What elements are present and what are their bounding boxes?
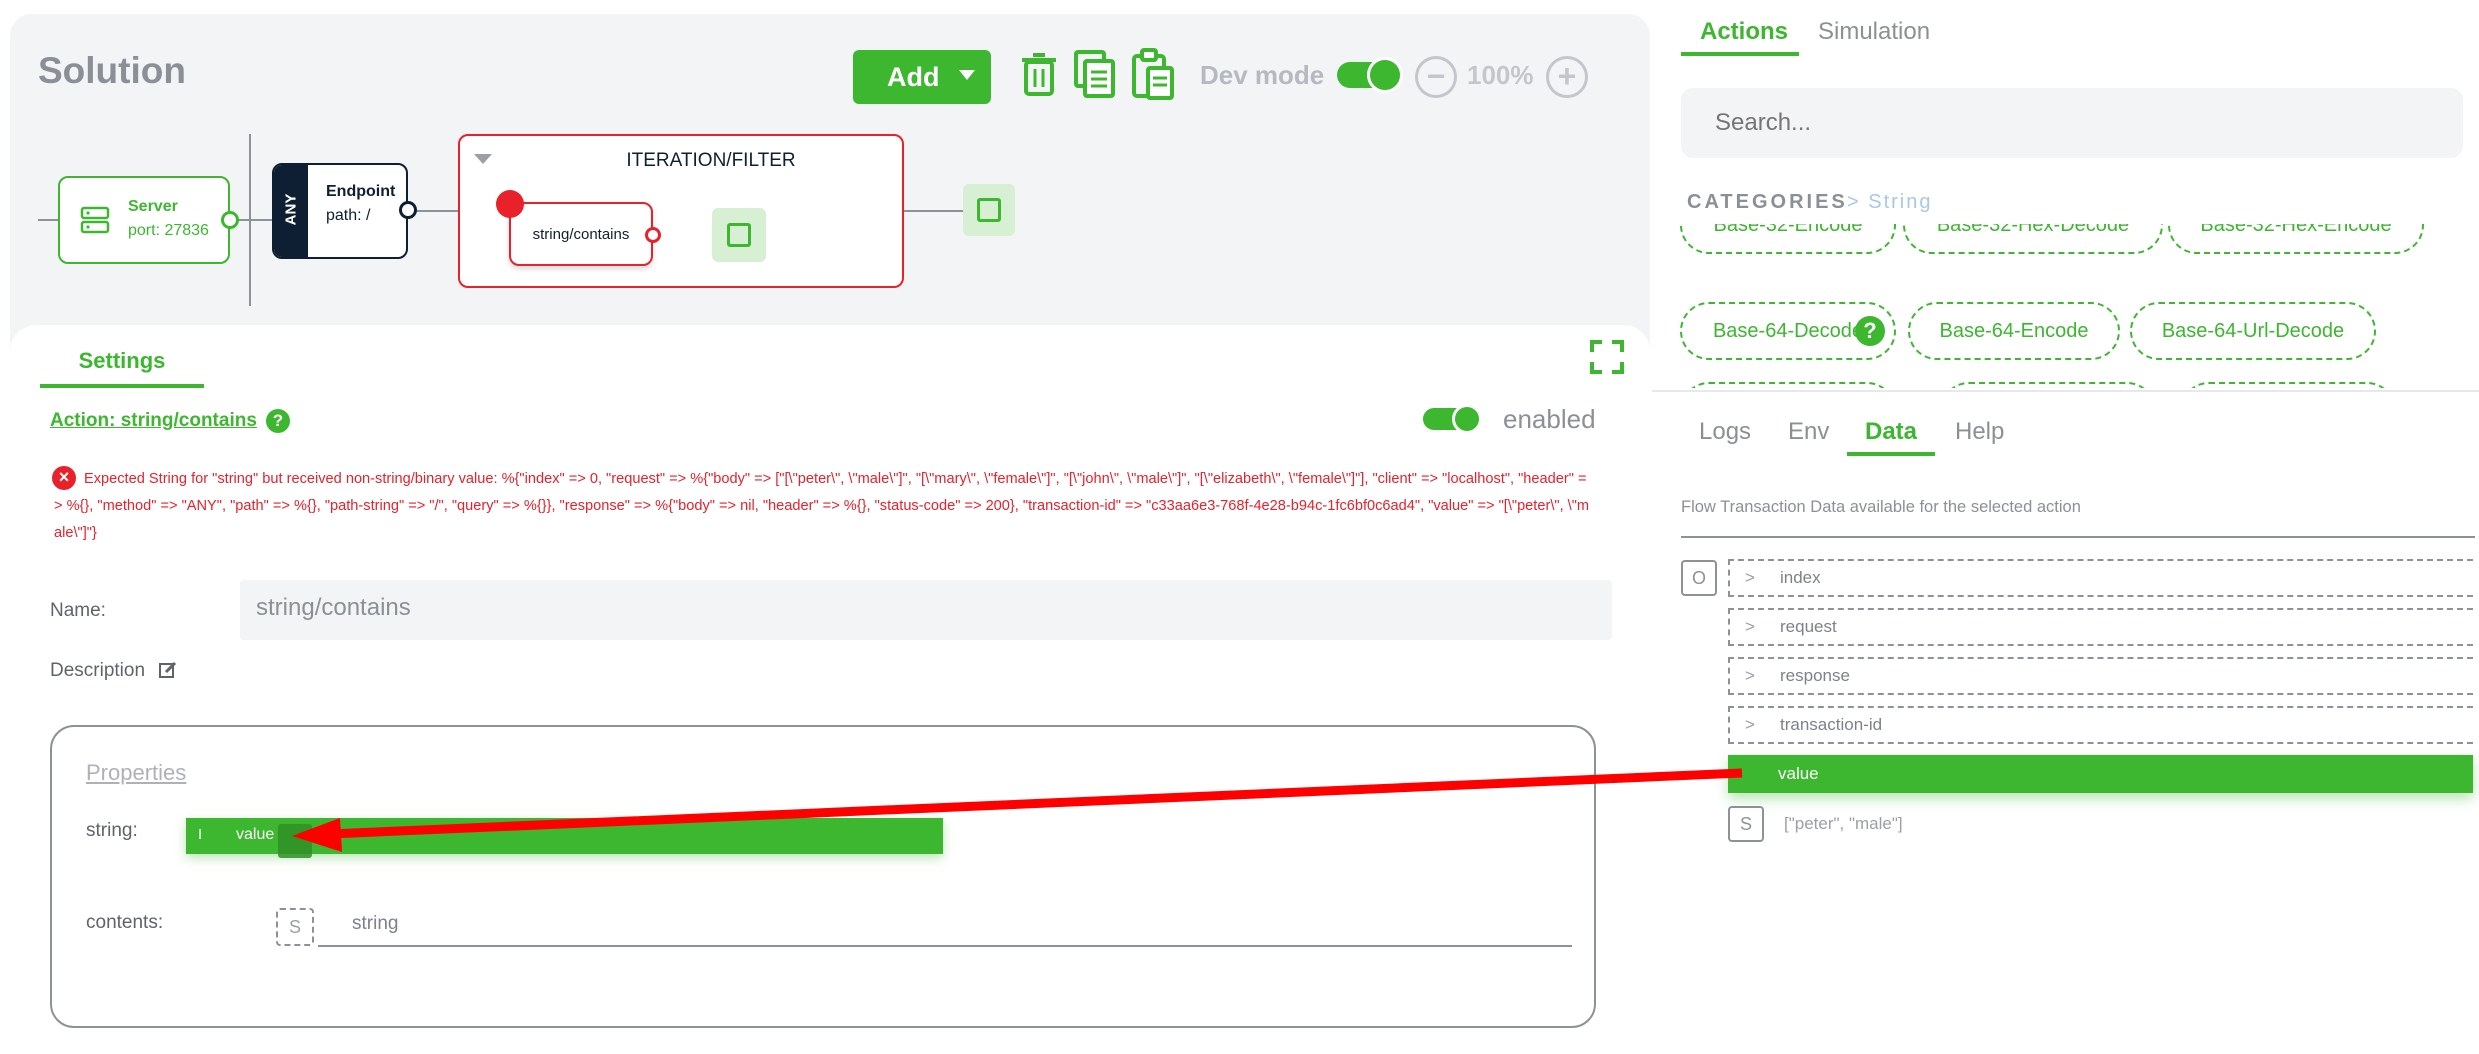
tab-data[interactable]: Data (1865, 418, 1917, 446)
string-type-badge-right: S (1728, 806, 1764, 842)
tab-data-underline (1847, 452, 1935, 456)
tree-row-label: request (1780, 617, 1837, 636)
chip-base-32-hex-decode[interactable]: Base-32-Hex-Decode (1903, 224, 2163, 254)
data-caption: Flow Transaction Data available for the … (1681, 498, 2081, 516)
tree-row-response[interactable]: > response (1728, 657, 2473, 695)
action-output-port[interactable] (645, 227, 661, 243)
endpoint-path: path: / (326, 207, 371, 224)
dev-mode-label: Dev mode (1200, 60, 1325, 90)
tab-logs[interactable]: Logs (1699, 418, 1751, 446)
chip-base-64-url-decode[interactable]: Base-64-Url-Decode (2130, 302, 2376, 360)
chip-base-32-hex-encode[interactable]: Base-32-Hex-Encode (2168, 224, 2424, 254)
zoom-level: 100% (1467, 60, 1534, 90)
help-icon[interactable]: ? (266, 409, 290, 433)
tab-simulation[interactable]: Simulation (1818, 18, 1930, 46)
enabled-label: enabled (1503, 404, 1596, 434)
chips-viewport: Base-32-Encode Base-32-Hex-Decode Base-3… (1660, 224, 2479, 388)
string-contains-node[interactable]: string/contains (509, 202, 661, 266)
add-button[interactable]: Add (853, 50, 991, 104)
chevron-right-icon: > (1745, 568, 1755, 587)
server-output-port[interactable] (221, 211, 239, 229)
chip-partial[interactable] (1680, 382, 1896, 388)
tab-actions-underline (1681, 52, 1799, 56)
tree-row-index[interactable]: > index (1728, 559, 2473, 597)
tab-env[interactable]: Env (1788, 418, 1829, 446)
page-title: Solution (38, 50, 186, 91)
string-value: value (236, 826, 275, 843)
endpoint-node[interactable]: ANY Endpoint path: / (272, 163, 417, 259)
chip-partial[interactable] (2180, 382, 2396, 388)
tree-row-label: index (1780, 568, 1821, 587)
zoom-in-icon[interactable]: + (1546, 56, 1588, 98)
chip-help-icon[interactable]: ? (1855, 316, 1885, 346)
name-input[interactable]: string/contains (240, 580, 1612, 640)
string-type-badge: I (198, 826, 203, 843)
tree-row-request[interactable]: > request (1728, 608, 2473, 646)
dev-mode-toggle[interactable] (1337, 57, 1403, 93)
server-port: port: 27836 (128, 222, 209, 239)
error-message: Expected String for "string" but receive… (54, 471, 1590, 541)
categories-label: CATEGORIES (1687, 191, 1848, 213)
tree-row-transaction-id[interactable]: > transaction-id (1728, 706, 2473, 744)
tree-row-value-selected[interactable]: value (1728, 755, 2473, 793)
endpoint-output-port[interactable] (399, 201, 417, 219)
add-button-label: Add (887, 61, 940, 92)
server-title: Server (128, 198, 178, 215)
enabled-toggle[interactable] (1423, 404, 1482, 434)
divider (1652, 390, 2479, 392)
error-indicator (496, 190, 524, 218)
properties-box (50, 725, 1596, 1028)
copy-icon[interactable] (1074, 50, 1116, 98)
chip-base-64-encode[interactable]: Base-64-Encode (1908, 302, 2120, 360)
chevron-right-icon: > (1745, 617, 1755, 636)
caption-rule (1681, 536, 2475, 538)
string-value-drop[interactable]: I value (186, 818, 943, 858)
object-type-badge: O (1681, 560, 1717, 596)
value-preview: ["peter", "male"] (1784, 814, 1903, 833)
zoom-out-icon[interactable]: − (1415, 56, 1457, 98)
endpoint-method: ANY (282, 193, 300, 226)
outer-add-node[interactable] (963, 184, 1015, 236)
inner-add-node[interactable] (712, 208, 766, 262)
contents-input[interactable]: string (318, 913, 1572, 947)
string-label: string: (86, 820, 138, 841)
tree-row-label: response (1780, 666, 1850, 685)
category-breadcrumb[interactable]: > String (1847, 191, 1932, 214)
action-node-label: string/contains (532, 226, 630, 243)
trash-icon[interactable] (1020, 52, 1058, 96)
chevron-right-icon: > (1745, 666, 1755, 685)
search-input[interactable] (1681, 88, 2463, 158)
server-icon (80, 206, 110, 234)
fullscreen-icon[interactable] (1590, 340, 1624, 374)
server-node[interactable]: Server port: 27836 (58, 176, 239, 264)
tree-row-label: transaction-id (1780, 715, 1883, 734)
name-label: Name: (50, 600, 106, 621)
iteration-title: ITERATION/FILTER (626, 150, 796, 171)
contents-label: contents: (86, 912, 164, 933)
properties-label[interactable]: Properties (86, 760, 186, 786)
description-label: Description (50, 660, 146, 681)
chip-base-32-encode[interactable]: Base-32-Encode (1680, 224, 1896, 254)
caret-down-icon (959, 70, 975, 80)
tab-actions[interactable]: Actions (1700, 18, 1788, 46)
edit-icon[interactable] (158, 660, 178, 680)
tab-help[interactable]: Help (1955, 418, 2004, 446)
chip-partial[interactable] (1940, 382, 2156, 388)
contents-type-badge: S (276, 908, 314, 946)
action-link[interactable]: Action: string/contains (50, 410, 257, 432)
endpoint-title: Endpoint (326, 183, 396, 200)
tab-settings[interactable]: Settings (40, 348, 204, 388)
chevron-right-icon: > (1745, 715, 1755, 734)
paste-icon[interactable] (1132, 48, 1174, 100)
